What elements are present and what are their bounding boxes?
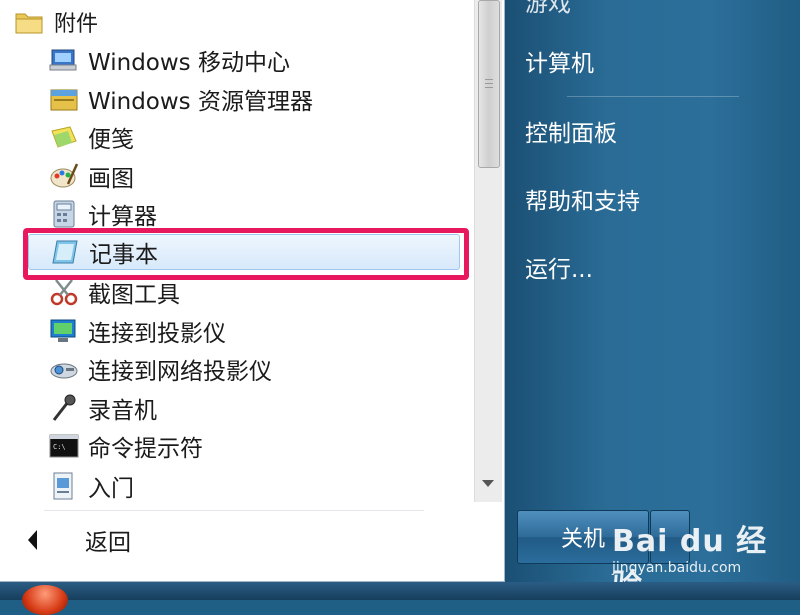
menu-item-label: 入门 — [88, 476, 134, 502]
thumb-grip-line — [485, 87, 493, 88]
menu-item-label: 录音机 — [88, 398, 157, 424]
back-label: 返回 — [85, 530, 131, 556]
menu-item-paint[interactable]: 画图 — [48, 158, 458, 194]
explorer-icon — [50, 89, 78, 111]
right-item-label: 计算机 — [525, 51, 594, 77]
menu-item-label: 计算器 — [88, 204, 157, 230]
right-item-partial-top[interactable]: 游戏 — [525, 0, 571, 18]
menu-item-label: Windows 移动中心 — [88, 50, 290, 76]
menu-item-label: 画图 — [88, 166, 134, 192]
menu-item-label: 连接到网络投影仪 — [88, 359, 272, 385]
shutdown-label: 关机 — [560, 527, 605, 552]
programs-list: 附件 Windows 移动中心 Windows 资源管理器 便笺 画图 计算器 … — [0, 0, 474, 505]
programs-pane: 附件 Windows 移动中心 Windows 资源管理器 便笺 画图 计算器 … — [0, 0, 505, 582]
snipping-tool-icon — [50, 279, 78, 306]
notepad-icon — [52, 240, 78, 264]
right-item-label: 帮助和支持 — [525, 189, 640, 215]
menu-item-network-projector[interactable]: 连接到网络投影仪 — [48, 351, 458, 387]
network-projector-icon — [50, 363, 78, 379]
menu-item-label: 记事本 — [89, 242, 158, 268]
folder-label: 附件 — [54, 12, 99, 37]
menu-item-explorer[interactable]: Windows 资源管理器 — [48, 81, 458, 117]
microphone-icon — [52, 394, 76, 421]
thumb-grip-line — [485, 83, 493, 84]
thumb-grip-line — [485, 79, 493, 80]
right-item-label: 控制面板 — [525, 121, 617, 147]
menu-item-label: 连接到投影仪 — [88, 321, 226, 347]
svg-text:C:\: C:\ — [53, 443, 66, 451]
menu-item-snipping-tool[interactable]: 截图工具 — [48, 274, 458, 310]
menu-item-sticky-notes[interactable]: 便笺 — [48, 119, 458, 155]
right-item-label: 运行... — [525, 257, 593, 283]
right-item-control-panel[interactable]: 控制面板 — [525, 114, 617, 148]
taskbar — [0, 582, 800, 600]
sticky-notes-icon — [51, 126, 77, 148]
menu-item-mobility-center[interactable]: Windows 移动中心 — [48, 42, 458, 78]
back-button[interactable]: 返回 — [28, 522, 131, 558]
right-separator — [567, 96, 739, 97]
menu-item-label: 便笺 — [88, 127, 134, 153]
back-arrow-icon — [28, 530, 37, 550]
watermark-sub: jingyan.baidu.com — [612, 560, 742, 576]
right-item-help-support[interactable]: 帮助和支持 — [525, 182, 640, 216]
projector-icon — [50, 319, 76, 342]
baidu-jingyan-watermark: Bai du 经验 jingyan.baidu.com — [612, 510, 792, 603]
scroll-down-arrow-icon[interactable] — [482, 480, 494, 487]
menu-item-notepad[interactable]: 记事本 — [28, 234, 460, 270]
programs-scrollbar[interactable] — [474, 0, 502, 502]
menu-item-calculator[interactable]: 计算器 — [48, 196, 458, 232]
menu-item-label: 命令提示符 — [88, 436, 203, 462]
right-item-computer[interactable]: 计算机 — [525, 44, 594, 78]
back-divider — [44, 510, 424, 511]
calculator-icon — [53, 200, 75, 228]
start-orb-icon[interactable] — [22, 585, 68, 615]
paint-icon — [50, 163, 79, 188]
menu-item-label: Windows 资源管理器 — [88, 89, 313, 115]
folder-accessories[interactable]: 附件 — [14, 6, 98, 38]
mobility-center-icon — [49, 49, 77, 71]
menu-item-label: 截图工具 — [88, 282, 180, 308]
scrollbar-thumb[interactable] — [478, 0, 500, 168]
command-prompt-icon: C:\ — [49, 434, 79, 458]
getting-started-icon — [53, 472, 73, 500]
menu-item-sound-recorder[interactable]: 录音机 — [48, 390, 458, 426]
menu-item-projector[interactable]: 连接到投影仪 — [48, 313, 458, 349]
folder-icon — [15, 13, 43, 34]
menu-item-getting-started[interactable]: 入门 — [48, 468, 458, 504]
right-item-partial-label: 游戏 — [525, 0, 571, 17]
right-item-run[interactable]: 运行... — [525, 250, 593, 284]
menu-item-command-prompt[interactable]: C:\ 命令提示符 — [48, 428, 458, 464]
